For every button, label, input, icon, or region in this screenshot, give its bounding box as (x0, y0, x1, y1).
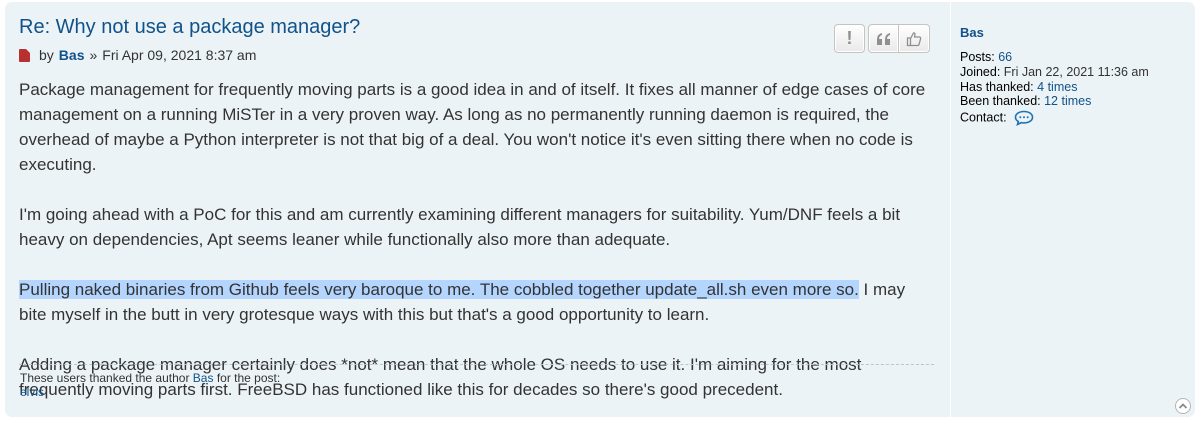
paragraph-3: Pulling naked binaries from Github feels… (19, 277, 937, 327)
been-thanked-link[interactable]: 12 times (1044, 94, 1091, 108)
posts-label: Posts: (960, 50, 995, 64)
profile-posts: Posts: 66 (960, 50, 1012, 64)
report-button[interactable]: ! (834, 24, 865, 53)
post-container: Re: Why not use a package manager? by Ba… (5, 2, 1195, 417)
quote-button[interactable] (868, 24, 899, 53)
thanks-button[interactable] (899, 24, 930, 53)
report-icon: ! (846, 28, 853, 48)
profile-joined: Joined: Fri Jan 22, 2021 11:36 am (960, 65, 1149, 79)
has-thanked-link[interactable]: 4 times (1037, 80, 1077, 94)
thanks-prefix: These users thanked the author (20, 371, 190, 385)
post-content: Package management for frequently moving… (19, 77, 937, 421)
contact-label: Contact: (960, 110, 1007, 125)
profile-contact: Contact: (960, 110, 1034, 126)
back-to-top-button[interactable] (1175, 398, 1191, 414)
paragraph-1: Package management for frequently moving… (19, 80, 926, 174)
thanks-suffix: for the post: (216, 371, 281, 385)
selected-text: Pulling naked binaries from Github feels… (19, 280, 859, 299)
profile-username[interactable]: Bas (960, 25, 984, 40)
post-icon[interactable] (19, 48, 30, 62)
thanked-user-link[interactable]: elvis (20, 385, 44, 399)
has-thanked-label: Has thanked: (960, 80, 1034, 94)
by-label: by (39, 47, 54, 63)
author-profile: Bas Posts: 66 Joined: Fri Jan 22, 2021 1… (950, 2, 1190, 417)
paragraph-2: I'm going ahead with a PoC for this and … (19, 205, 901, 249)
profile-has-thanked: Has thanked: 4 times (960, 80, 1077, 94)
chevron-up-icon (1178, 403, 1188, 409)
quote-icon (876, 32, 890, 45)
thanks-notice: These users thanked the author Bas for t… (20, 371, 280, 385)
speech-bubble-icon[interactable] (1014, 110, 1034, 126)
post-buttons: ! (834, 24, 930, 53)
post-author-link[interactable]: Bas (59, 47, 85, 63)
post-author-line: by Bas » Fri Apr 09, 2021 8:37 am (19, 47, 256, 63)
joined-label: Joined: (960, 65, 1001, 79)
joined-value: Fri Jan 22, 2021 11:36 am (1003, 65, 1149, 79)
separator: » (89, 47, 98, 63)
post-title[interactable]: Re: Why not use a package manager? (19, 16, 360, 39)
post-datetime: Fri Apr 09, 2021 8:37 am (102, 47, 257, 63)
post-body: Re: Why not use a package manager? by Ba… (19, 2, 937, 417)
thanks-author-link[interactable]: Bas (193, 371, 214, 385)
posts-count-link[interactable]: 66 (998, 50, 1012, 64)
thumbs-up-icon (906, 31, 922, 46)
signature-divider (19, 364, 934, 365)
profile-been-thanked: Been thanked: 12 times (960, 94, 1091, 108)
been-thanked-label: Been thanked: (960, 94, 1041, 108)
